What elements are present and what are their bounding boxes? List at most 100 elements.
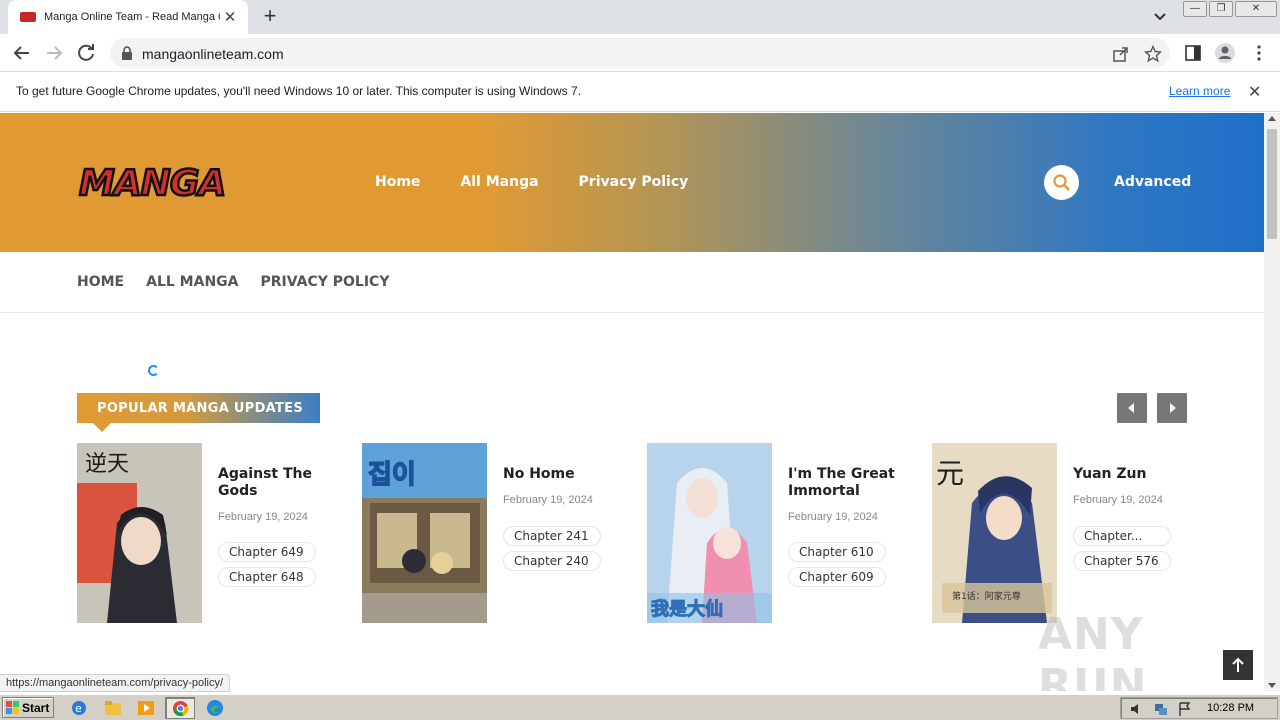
manga-card: 我是大仙 I'm The Great Immortal February 19,…: [647, 443, 917, 623]
back-icon[interactable]: [10, 41, 34, 65]
side-panel-icon[interactable]: [1184, 44, 1202, 62]
learn-more-link[interactable]: Learn more: [1169, 84, 1230, 98]
new-tab-button[interactable]: +: [258, 4, 282, 28]
subnav-privacy-policy[interactable]: PRIVACY POLICY: [261, 274, 390, 290]
manga-date: February 19, 2024: [503, 494, 593, 506]
page-viewport: MANGA Home All Manga Privacy Policy Adva…: [0, 113, 1264, 691]
nav-home[interactable]: Home: [375, 174, 420, 190]
chapter-link[interactable]: Chapter 609: [788, 567, 886, 587]
forward-icon[interactable]: [42, 41, 66, 65]
chapter-link[interactable]: Chapter 240: [503, 551, 601, 571]
scroll-up-icon[interactable]: [1268, 116, 1276, 121]
manga-title[interactable]: Yuan Zun: [1073, 466, 1193, 483]
address-bar[interactable]: mangaonlineteam.com: [110, 38, 1170, 68]
browser-tab[interactable]: Manga Online Team - Read Manga Online ✕: [8, 0, 248, 34]
arrow-up-icon: [1232, 657, 1244, 672]
search-icon: [1053, 174, 1070, 191]
manga-date: February 19, 2024: [1073, 494, 1163, 506]
tab-close-icon[interactable]: ✕: [222, 8, 238, 26]
svg-text:집이: 집이: [368, 460, 416, 490]
tab-search-chevron-icon[interactable]: [1150, 8, 1170, 26]
start-button[interactable]: Start: [2, 697, 54, 718]
manga-date: February 19, 2024: [788, 511, 878, 523]
site-search-button[interactable]: [1044, 165, 1079, 200]
manga-title[interactable]: No Home: [503, 466, 623, 483]
lock-icon: [122, 46, 132, 60]
action-center-flag-icon[interactable]: [1177, 701, 1193, 717]
manga-date: February 19, 2024: [218, 511, 308, 523]
start-label: Start: [22, 701, 50, 715]
windows-flag-icon: [6, 701, 19, 714]
volume-icon[interactable]: [1129, 701, 1145, 717]
svg-text:元: 元: [936, 457, 964, 490]
scrollbar-thumb[interactable]: [1267, 129, 1277, 239]
internet-explorer-icon[interactable]: e: [70, 699, 88, 717]
tab-strip: Manga Online Team - Read Manga Online ✕ …: [0, 0, 1280, 34]
chrome-icon: [172, 700, 189, 717]
chapter-link[interactable]: Chapter...: [1073, 526, 1171, 546]
network-icon[interactable]: [1153, 701, 1169, 717]
bookmark-star-icon[interactable]: [1144, 45, 1162, 63]
advanced-search-link[interactable]: Advanced: [1114, 174, 1191, 190]
section-title: POPULAR MANGA UPDATES: [97, 401, 304, 416]
profile-avatar-icon[interactable]: [1214, 42, 1236, 64]
manga-logo[interactable]: MANGA: [77, 161, 237, 203]
reload-icon[interactable]: [74, 41, 98, 65]
windows-taskbar: Start e 10:28 PM: [0, 694, 1280, 720]
url-text: mangaonlineteam.com: [142, 46, 284, 62]
nav-all-manga[interactable]: All Manga: [460, 174, 538, 190]
svg-text:我是大仙: 我是大仙: [651, 598, 723, 620]
svg-text:MANGA: MANGA: [79, 163, 225, 203]
chapter-link[interactable]: Chapter 576: [1073, 551, 1171, 571]
slider-next-button[interactable]: [1157, 393, 1187, 423]
system-tray: 10:28 PM: [1120, 697, 1278, 719]
section-heading-notch: [93, 423, 111, 432]
file-explorer-icon[interactable]: [104, 699, 122, 717]
svg-text:逆天: 逆天: [85, 452, 129, 477]
chrome-taskbar-button[interactable]: [165, 697, 195, 719]
manga-cover-image[interactable]: 집이: [362, 443, 487, 623]
site-favicon-icon: [20, 12, 36, 22]
manga-cover-image[interactable]: 我是大仙: [647, 443, 772, 623]
slider-prev-button[interactable]: [1117, 393, 1147, 423]
edge-icon[interactable]: [206, 699, 224, 717]
main-nav: Home All Manga Privacy Policy: [375, 174, 688, 190]
chrome-menu-icon[interactable]: [1250, 44, 1268, 62]
update-infobar: To get future Google Chrome updates, you…: [0, 72, 1280, 112]
window-close-button[interactable]: ✕: [1235, 1, 1277, 17]
section-heading: POPULAR MANGA UPDATES: [77, 393, 320, 432]
chapter-link[interactable]: Chapter 648: [218, 567, 316, 587]
scroll-down-icon[interactable]: [1268, 683, 1276, 688]
restore-button[interactable]: ❐: [1209, 1, 1233, 17]
status-bar-url: https://mangaonlineteam.com/privacy-poli…: [0, 674, 231, 692]
clock[interactable]: 10:28 PM: [1207, 702, 1254, 714]
svg-text:e: e: [75, 702, 82, 715]
infobar-close-icon[interactable]: ✕: [1248, 82, 1261, 102]
chapter-link[interactable]: Chapter 241: [503, 526, 601, 546]
svg-text:第1话：阿家元尊: 第1话：阿家元尊: [952, 590, 1021, 602]
manga-cover-image[interactable]: 逆天: [77, 443, 202, 623]
infobar-message: To get future Google Chrome updates, you…: [16, 84, 582, 98]
chapter-link[interactable]: Chapter 610: [788, 542, 886, 562]
tab-title: Manga Online Team - Read Manga Online: [44, 11, 220, 23]
subnav-home[interactable]: HOME: [77, 274, 124, 290]
page-scrollbar[interactable]: [1264, 113, 1280, 691]
manga-card: 집이 No Home February 19, 2024 Chapter 241…: [362, 443, 632, 623]
chevron-right-icon: [1170, 403, 1176, 413]
nav-privacy-policy[interactable]: Privacy Policy: [579, 174, 689, 190]
minimize-button[interactable]: —: [1183, 1, 1207, 17]
manga-card: 元 第1话：阿家元尊 Yuan Zun February 19, 2024 Ch…: [932, 443, 1202, 623]
manga-title[interactable]: I'm The Great Immortal: [788, 466, 908, 500]
share-icon[interactable]: [1112, 45, 1130, 63]
back-to-top-button[interactable]: [1223, 650, 1253, 680]
manga-card: 逆天 Against The Gods February 19, 2024 Ch…: [77, 443, 347, 623]
secondary-nav: HOME ALL MANGA PRIVACY POLICY: [0, 252, 1264, 313]
chapter-link[interactable]: Chapter 649: [218, 542, 316, 562]
manga-cover-image[interactable]: 元 第1话：阿家元尊: [932, 443, 1057, 623]
subnav-all-manga[interactable]: ALL MANGA: [146, 274, 238, 290]
browser-toolbar: mangaonlineteam.com: [0, 34, 1280, 72]
site-header: MANGA Home All Manga Privacy Policy Adva…: [0, 113, 1264, 252]
manga-title[interactable]: Against The Gods: [218, 466, 338, 500]
media-player-icon[interactable]: [137, 699, 155, 717]
chevron-left-icon: [1128, 403, 1134, 413]
